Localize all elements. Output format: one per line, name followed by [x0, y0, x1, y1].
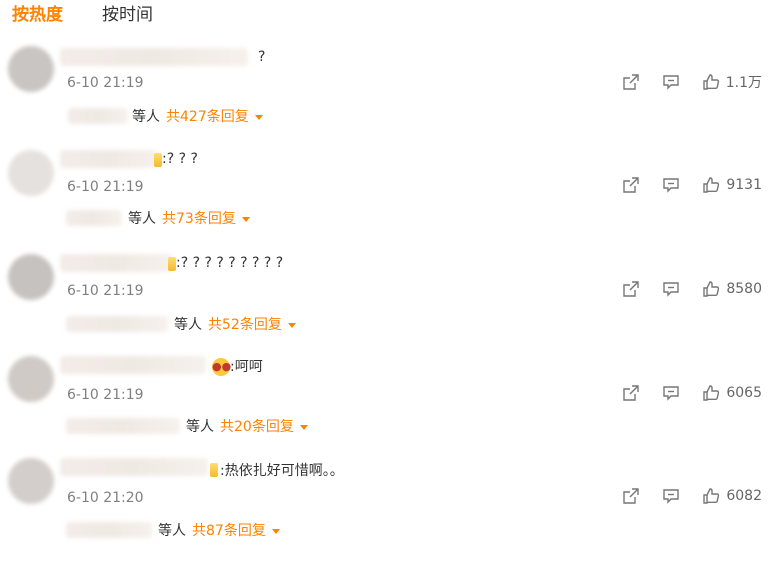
like-count: 6082 [726, 488, 762, 504]
member-badge-icon [154, 153, 162, 167]
like-button[interactable]: 1.1万 [702, 72, 762, 92]
comment-actions: 6065 [622, 384, 762, 402]
thumbs-up-icon [703, 385, 720, 401]
like-count: 1.1万 [725, 75, 762, 91]
comment-item: ●● :呵呵 6-10 21:19 6065 等人 共20条回复 [0, 356, 770, 460]
chevron-down-icon[interactable] [287, 322, 296, 328]
avatar[interactable] [8, 46, 54, 92]
comment-actions: 9131 [622, 176, 762, 194]
reply-users-redacted [68, 108, 128, 124]
like-count: 6065 [726, 385, 762, 401]
chevron-down-icon[interactable] [271, 528, 280, 534]
reply-who: 等人 [128, 211, 156, 227]
member-badge-icon [168, 257, 176, 271]
comment-button[interactable] [662, 280, 680, 298]
comment-button[interactable] [662, 487, 680, 505]
like-count: 8580 [726, 281, 762, 297]
comment-item: :热依扎好可惜啊。。 6-10 21:20 6082 等人 共87条回复 [0, 458, 770, 562]
reply-users-redacted [66, 316, 168, 332]
comment-text: :呵呵 [230, 359, 263, 375]
share-icon [623, 177, 640, 193]
comment-icon [663, 75, 679, 90]
comment-text: :热依扎好可惜啊。。 [220, 463, 344, 479]
username-redacted[interactable] [60, 48, 248, 66]
chevron-down-icon[interactable] [299, 424, 308, 430]
reply-count-link[interactable]: 共73条回复 [162, 211, 236, 227]
share-icon [623, 281, 640, 297]
thumbs-up-icon [703, 488, 720, 504]
reply-count-link[interactable]: 共427条回复 [166, 109, 249, 125]
avatar[interactable] [8, 254, 54, 300]
reply-who: 等人 [158, 523, 186, 539]
username-redacted[interactable] [60, 150, 158, 168]
reply-summary: 等人 共52条回复 [174, 316, 296, 334]
comment-time: 6-10 21:19 [67, 387, 144, 403]
username-redacted[interactable] [60, 254, 172, 272]
avatar[interactable] [8, 356, 54, 402]
reply-users-redacted [66, 418, 180, 434]
reply-who: 等人 [186, 419, 214, 435]
avatar[interactable] [8, 458, 54, 504]
username-redacted[interactable] [60, 458, 208, 476]
comment-icon [663, 489, 680, 504]
comment-icon [663, 282, 680, 297]
comment-actions: 1.1万 [622, 72, 762, 92]
avatar[interactable] [8, 150, 54, 196]
share-button[interactable] [622, 384, 640, 402]
reply-who: 等人 [132, 109, 160, 125]
chevron-down-icon[interactable] [254, 114, 263, 120]
comment-time: 6-10 21:19 [67, 179, 144, 195]
share-icon [623, 74, 639, 90]
comment-text: :? ? ? ? ? ? ? ? ? [176, 255, 284, 271]
tab-sort-by-time[interactable]: 按时间 [102, 4, 153, 26]
share-icon [623, 385, 640, 401]
reply-users-redacted [66, 210, 122, 226]
reply-summary: 等人 共427条回复 [132, 108, 263, 126]
comment-actions: 6082 [622, 487, 762, 505]
thumbs-up-icon [703, 177, 720, 193]
comment-actions: 8580 [622, 280, 762, 298]
share-button[interactable] [622, 280, 640, 298]
comment-text: ? [258, 49, 266, 65]
reply-count-link[interactable]: 共20条回复 [220, 419, 294, 435]
chevron-down-icon[interactable] [241, 216, 250, 222]
comment-item: :? ? ? 6-10 21:19 9131 等人 共73条回复 [0, 150, 770, 254]
comment-text: :? ? ? [162, 151, 198, 167]
reply-count-link[interactable]: 共52条回复 [208, 317, 282, 333]
comment-time: 6-10 21:19 [67, 75, 144, 91]
like-count: 9131 [726, 177, 762, 193]
reply-count-link[interactable]: 共87条回复 [192, 523, 266, 539]
like-button[interactable]: 6065 [702, 384, 762, 402]
like-button[interactable]: 6082 [702, 487, 762, 505]
reply-summary: 等人 共87条回复 [158, 522, 280, 540]
comment-icon [663, 178, 680, 193]
comment-item: ? 6-10 21:19 1.1万 等人 共427条回复 [0, 46, 770, 150]
share-button[interactable] [622, 73, 640, 91]
comment-button[interactable] [662, 73, 680, 91]
comment-item: :? ? ? ? ? ? ? ? ? 6-10 21:19 8580 等人 共52… [0, 254, 770, 358]
reply-summary: 等人 共20条回复 [186, 418, 308, 436]
reply-who: 等人 [174, 317, 202, 333]
like-button[interactable]: 9131 [702, 176, 762, 194]
reply-users-redacted [66, 522, 152, 538]
share-icon [623, 488, 640, 504]
comment-time: 6-10 21:20 [67, 490, 144, 506]
emoji-icon: ●● [212, 358, 231, 376]
username-redacted[interactable] [60, 356, 206, 374]
share-button[interactable] [622, 487, 640, 505]
tab-sort-by-hot[interactable]: 按热度 [12, 4, 63, 26]
share-button[interactable] [622, 176, 640, 194]
reply-summary: 等人 共73条回复 [128, 210, 250, 228]
comment-icon [663, 386, 680, 401]
thumbs-up-icon [703, 281, 720, 297]
comment-button[interactable] [662, 176, 680, 194]
member-badge-icon [210, 463, 218, 477]
thumbs-up-icon [703, 74, 719, 90]
comment-button[interactable] [662, 384, 680, 402]
like-button[interactable]: 8580 [702, 280, 762, 298]
comment-time: 6-10 21:19 [67, 283, 144, 299]
